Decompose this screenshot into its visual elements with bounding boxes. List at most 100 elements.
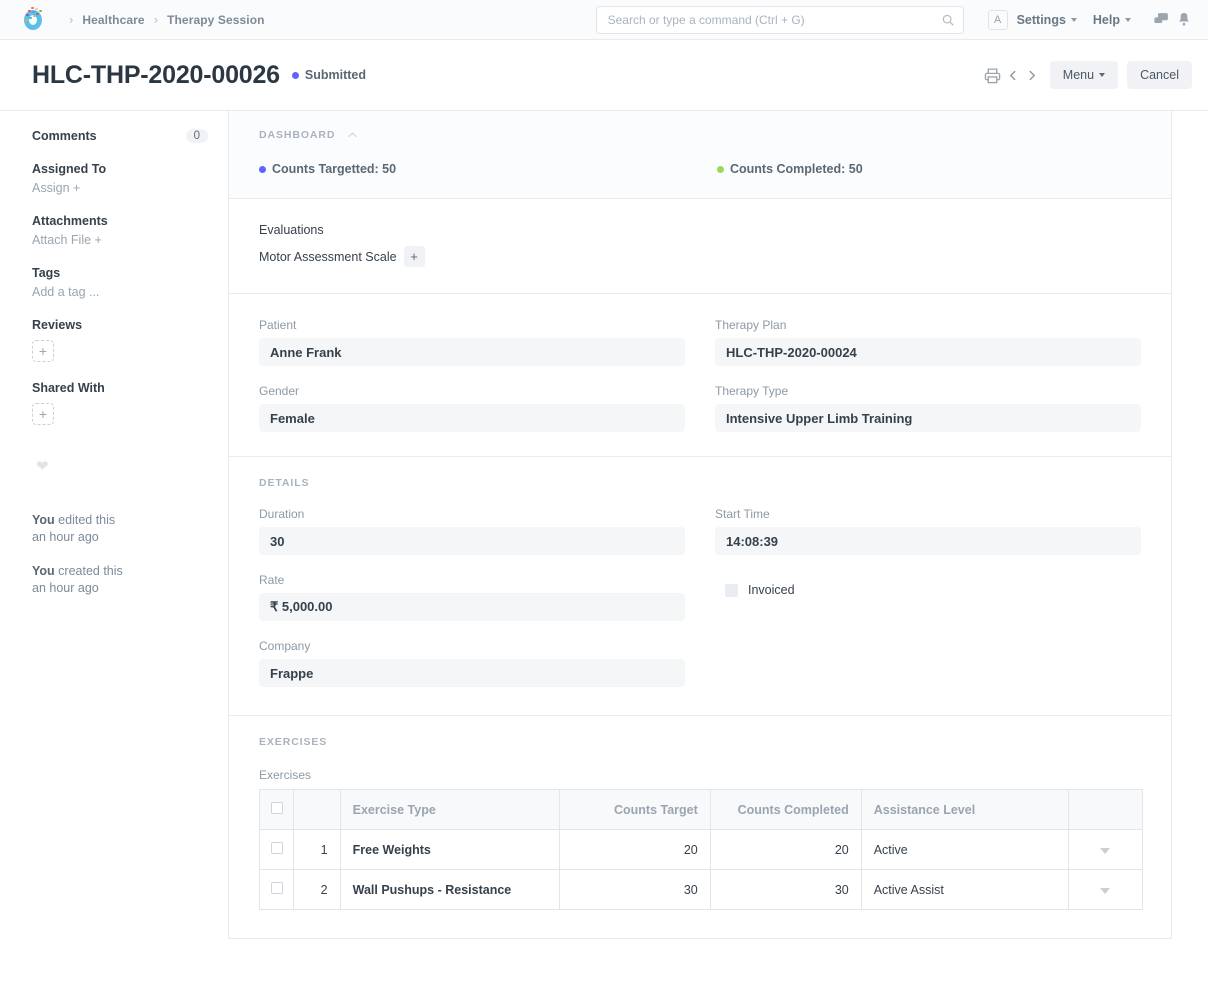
- sidebar-section-comments: Comments 0: [32, 129, 208, 143]
- cell-counts-target[interactable]: 30: [559, 870, 710, 910]
- company-label: Company: [259, 639, 685, 653]
- add-shared-user-button[interactable]: +: [32, 403, 54, 425]
- tags-label: Tags: [32, 266, 60, 280]
- dashboard-counts-row: Counts Targetted: 50 Counts Completed: 5…: [259, 162, 1141, 176]
- counts-completed-stat: Counts Completed: 50: [717, 162, 1175, 176]
- nav-help[interactable]: Help: [1093, 13, 1131, 27]
- chevron-down-icon: [1071, 18, 1077, 22]
- navbar-right-group: A Settings Help: [596, 6, 1192, 34]
- row-expand-caret-icon[interactable]: [1100, 888, 1110, 894]
- nav-settings[interactable]: Settings: [1017, 13, 1077, 27]
- cell-assistance-level[interactable]: Active: [861, 830, 1068, 870]
- counts-targetted-stat: Counts Targetted: 50: [259, 162, 717, 176]
- row-checkbox[interactable]: [271, 842, 283, 854]
- search-box[interactable]: [596, 6, 964, 34]
- assigned-to-label: Assigned To: [32, 162, 106, 176]
- chat-icon[interactable]: [1153, 11, 1170, 28]
- status-dot-icon: [292, 72, 299, 79]
- add-evaluation-button[interactable]: +: [404, 246, 425, 267]
- cell-counts-completed[interactable]: 20: [710, 830, 861, 870]
- start-time-label: Start Time: [715, 507, 1141, 521]
- add-tag-input[interactable]: Add a tag ...: [32, 285, 208, 299]
- invoiced-checkbox[interactable]: [725, 584, 738, 597]
- nav-help-label: Help: [1093, 13, 1120, 27]
- column-exercise-type: Exercise Type: [340, 790, 559, 830]
- like-heart-icon[interactable]: ❤: [36, 457, 208, 475]
- dashboard-section-label: DASHBOARD: [259, 129, 1141, 141]
- gender-label: Gender: [259, 384, 685, 398]
- top-navbar: › Healthcare › Therapy Session A Setting…: [0, 0, 1208, 40]
- start-time-value[interactable]: 14:08:39: [715, 527, 1141, 555]
- assign-button[interactable]: Assign +: [32, 181, 208, 195]
- rate-label: Rate: [259, 573, 685, 587]
- gender-value[interactable]: Female: [259, 404, 685, 432]
- activity-actor: You: [32, 564, 55, 578]
- previous-document-button[interactable]: [1005, 64, 1023, 86]
- field-company: Company Frappe: [259, 639, 685, 687]
- exercises-section: EXERCISES Exercises Exercise Type: [229, 716, 1171, 938]
- patient-section: Patient Anne Frank Gender Female Therapy…: [229, 294, 1171, 457]
- column-assistance-level: Assistance Level: [861, 790, 1068, 830]
- add-review-button[interactable]: +: [32, 340, 54, 362]
- cell-exercise-type[interactable]: Free Weights: [340, 830, 559, 870]
- company-value[interactable]: Frappe: [259, 659, 685, 687]
- chevron-up-icon[interactable]: [347, 131, 358, 139]
- details-section: DETAILS Duration 30 Rate ₹ 5,000.00 Comp…: [229, 457, 1171, 716]
- search-input[interactable]: [608, 13, 941, 27]
- page-body: Comments 0 Assigned To Assign + Attachme…: [0, 111, 1208, 996]
- table-row[interactable]: 2 Wall Pushups - Resistance 30 30 Active…: [260, 870, 1143, 910]
- reviews-label: Reviews: [32, 318, 82, 332]
- chevron-down-icon: [1125, 18, 1131, 22]
- activity-time: an hour ago: [32, 581, 99, 595]
- patient-left-column: Patient Anne Frank Gender Female: [259, 318, 685, 432]
- therapy-plan-value[interactable]: HLC-THP-2020-00024: [715, 338, 1141, 366]
- sidebar-section-shared-with: Shared With +: [32, 381, 208, 425]
- cell-exercise-type[interactable]: Wall Pushups - Resistance: [340, 870, 559, 910]
- dashboard-section: DASHBOARD Counts Targetted: 50 Counts Co…: [229, 111, 1171, 199]
- field-invoiced[interactable]: Invoiced: [715, 583, 1141, 597]
- field-rate: Rate ₹ 5,000.00: [259, 573, 685, 621]
- attachments-label: Attachments: [32, 214, 108, 228]
- activity-actor: You: [32, 513, 55, 527]
- row-checkbox[interactable]: [271, 882, 283, 894]
- cancel-button[interactable]: Cancel: [1127, 61, 1192, 89]
- next-document-button[interactable]: [1023, 64, 1041, 86]
- attach-file-button[interactable]: Attach File +: [32, 233, 208, 247]
- row-index: 1: [294, 830, 341, 870]
- exercises-table: Exercise Type Counts Target Counts Compl…: [259, 789, 1143, 910]
- shared-with-label: Shared With: [32, 381, 105, 395]
- evaluation-name: Motor Assessment Scale: [259, 250, 397, 264]
- sidebar-section-reviews: Reviews +: [32, 318, 208, 362]
- frappe-logo-icon[interactable]: [20, 7, 46, 33]
- field-gender: Gender Female: [259, 384, 685, 432]
- column-counts-target: Counts Target: [559, 790, 710, 830]
- select-all-checkbox[interactable]: [271, 802, 283, 814]
- rate-value[interactable]: ₹ 5,000.00: [259, 593, 685, 621]
- breadcrumb-item-healthcare[interactable]: Healthcare: [82, 13, 144, 27]
- breadcrumb-item-therapy-session[interactable]: Therapy Session: [167, 13, 265, 27]
- cell-assistance-level[interactable]: Active Assist: [861, 870, 1068, 910]
- avatar[interactable]: A: [988, 10, 1008, 30]
- menu-button[interactable]: Menu: [1050, 61, 1118, 89]
- cell-counts-target[interactable]: 20: [559, 830, 710, 870]
- exercises-grid-label: Exercises: [259, 768, 1141, 782]
- comments-count-badge: 0: [186, 129, 208, 143]
- row-expand-caret-icon[interactable]: [1100, 848, 1110, 854]
- breadcrumb: › Healthcare › Therapy Session: [60, 13, 265, 27]
- therapy-type-value[interactable]: Intensive Upper Limb Training: [715, 404, 1141, 432]
- dashboard-label-text: DASHBOARD: [259, 129, 335, 141]
- notifications-bell-icon[interactable]: [1176, 11, 1192, 28]
- chevron-right-icon: ›: [154, 13, 158, 26]
- counts-completed-label: Counts Completed: 50: [730, 162, 863, 176]
- table-row[interactable]: 1 Free Weights 20 20 Active: [260, 830, 1143, 870]
- sidebar-section-attachments: Attachments Attach File +: [32, 214, 208, 247]
- patient-value[interactable]: Anne Frank: [259, 338, 685, 366]
- duration-value[interactable]: 30: [259, 527, 685, 555]
- sidebar-section-assigned-to: Assigned To Assign +: [32, 162, 208, 195]
- print-icon[interactable]: [984, 67, 1001, 84]
- field-therapy-plan: Therapy Plan HLC-THP-2020-00024: [715, 318, 1141, 366]
- chevron-down-icon: [1099, 73, 1105, 77]
- cell-counts-completed[interactable]: 30: [710, 870, 861, 910]
- counts-completed-dot-icon: [717, 166, 724, 173]
- field-duration: Duration 30: [259, 507, 685, 555]
